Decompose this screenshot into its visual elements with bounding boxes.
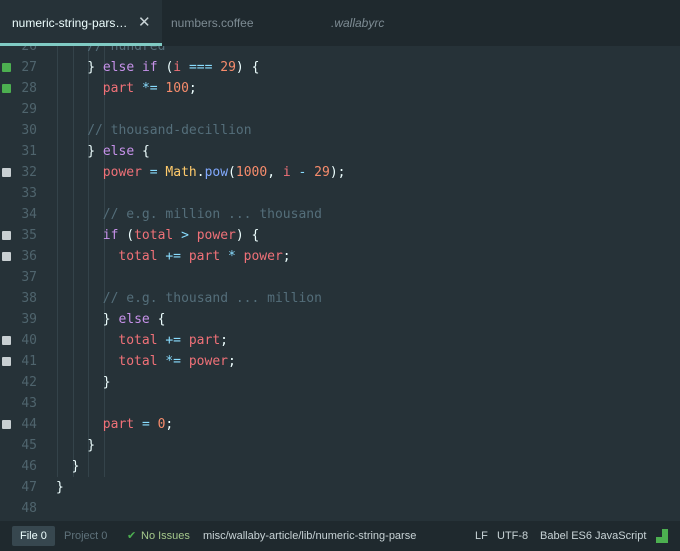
code-line[interactable]: 27 } else if (i === 29) {	[0, 57, 680, 78]
code-text: // hundred	[87, 46, 166, 54]
code-line[interactable]: 44 part = 0;	[0, 414, 680, 435]
code-line[interactable]: 42}	[0, 372, 680, 393]
line-number: 29	[21, 102, 37, 117]
code-text: }	[71, 459, 80, 474]
code-text: } else {	[102, 312, 166, 327]
code-text: total *= power;	[118, 354, 236, 369]
code-line[interactable]: 41 total *= power;	[0, 351, 680, 372]
code-text: power = Math.pow(1000, i - 29);	[102, 165, 346, 180]
tab-wallabyrc[interactable]: .wallabyrc	[331, 0, 384, 46]
code-text: // thousand-decillion	[87, 123, 252, 138]
project-issues-tab[interactable]: Project 0	[64, 521, 107, 551]
code-text: }	[102, 375, 111, 390]
line-number: 40	[21, 333, 37, 348]
line-number: 34	[21, 207, 37, 222]
code-line[interactable]: 38 // e.g. thousand ... million	[0, 288, 680, 309]
close-icon[interactable]: ✕	[138, 0, 151, 46]
line-number: 47	[21, 480, 37, 495]
code-text: }	[56, 480, 64, 495]
code-line[interactable]: 40 total += part;	[0, 330, 680, 351]
line-number: 37	[21, 270, 37, 285]
code-line[interactable]: 35 if (total > power) {	[0, 225, 680, 246]
line-number: 42	[21, 375, 37, 390]
code-line[interactable]: 33	[0, 183, 680, 204]
line-number: 48	[21, 501, 37, 516]
lint-status[interactable]: No Issues	[141, 521, 190, 551]
code-line[interactable]: 26 // hundred	[0, 46, 680, 57]
code-text: part = 0;	[102, 417, 174, 432]
wallaby-status-icon[interactable]	[656, 529, 668, 543]
line-number: 30	[21, 123, 37, 138]
line-number: 44	[21, 417, 37, 432]
file-encoding[interactable]: UTF-8	[497, 521, 528, 551]
code-text: if (total > power) {	[102, 228, 260, 243]
code-line[interactable]: 31 } else {	[0, 141, 680, 162]
line-number: 39	[21, 312, 37, 327]
code-line[interactable]: 32 power = Math.pow(1000, i - 29);	[0, 162, 680, 183]
line-number: 41	[21, 354, 37, 369]
line-number: 33	[21, 186, 37, 201]
code-line[interactable]: 28 part *= 100;	[0, 78, 680, 99]
line-number: 46	[21, 459, 37, 474]
tab-bar: numeric-string-pars… ✕ numbers.coffee .w…	[0, 0, 680, 46]
code-line[interactable]: 48	[0, 498, 680, 519]
code-text: // e.g. million ... thousand	[102, 207, 322, 222]
line-number: 36	[21, 249, 37, 264]
line-number: 28	[21, 81, 37, 96]
line-number: 43	[21, 396, 37, 411]
code-text: }	[87, 438, 96, 453]
code-line[interactable]: 34 // e.g. million ... thousand	[0, 204, 680, 225]
line-number: 27	[21, 60, 37, 75]
check-icon: ✔	[127, 530, 137, 542]
code-text: // e.g. thousand ... million	[102, 291, 322, 306]
line-number: 35	[21, 228, 37, 243]
tab-label: numeric-string-pars…	[12, 16, 128, 30]
code-text: part *= 100;	[102, 81, 197, 96]
file-path[interactable]: misc/wallaby-article/lib/numeric-string-…	[203, 521, 416, 551]
code-text: } else if (i === 29) {	[87, 60, 260, 75]
code-line[interactable]: 30 // thousand-decillion	[0, 120, 680, 141]
line-number: 31	[21, 144, 37, 159]
code-text: } else {	[87, 144, 150, 159]
line-number: 45	[21, 438, 37, 453]
code-line[interactable]: 45}	[0, 435, 680, 456]
code-editor[interactable]: 26 // hundred 27 } else if (i === 29) { 28 pa…	[0, 46, 680, 521]
grammar-selector[interactable]: Babel ES6 JavaScript	[540, 521, 646, 551]
line-number: 26	[21, 46, 37, 54]
line-number: 38	[21, 291, 37, 306]
code-line[interactable]: 47}	[0, 477, 680, 498]
code-line[interactable]: 43	[0, 393, 680, 414]
code-text: total += part * power;	[118, 249, 291, 264]
line-ending[interactable]: LF	[475, 521, 488, 551]
tab-numbers-coffee[interactable]: numbers.coffee	[171, 0, 254, 46]
code-line[interactable]: 46}	[0, 456, 680, 477]
tab-numeric-string-parse[interactable]: numeric-string-pars… ✕	[0, 0, 162, 46]
code-line[interactable]: 39 } else {	[0, 309, 680, 330]
file-issues-tab[interactable]: File 0	[12, 526, 55, 546]
code-line[interactable]: 37	[0, 267, 680, 288]
line-number: 32	[21, 165, 37, 180]
status-bar: File 0 Project 0 ✔ No Issues misc/wallab…	[0, 521, 680, 551]
code-line[interactable]: 36 total += part * power;	[0, 246, 680, 267]
code-text: total += part;	[118, 333, 228, 348]
code-line[interactable]: 29	[0, 99, 680, 120]
